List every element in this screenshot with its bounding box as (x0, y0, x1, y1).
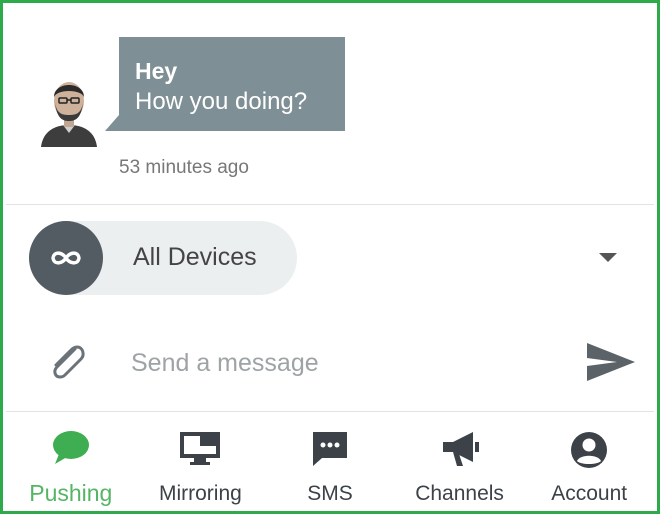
infinity-icon (29, 221, 103, 295)
avatar (37, 73, 101, 147)
send-icon[interactable] (585, 341, 637, 383)
monitor-icon (180, 432, 221, 465)
nav-label-channels: Channels (415, 482, 504, 505)
nav-label-account: Account (551, 482, 628, 505)
app-frame: Hey How you doing? 53 minutes ago All De… (0, 0, 660, 514)
message-body: How you doing? (135, 88, 308, 115)
divider (6, 204, 654, 205)
nav-label-pushing: Pushing (29, 480, 113, 506)
nav-item-pushing[interactable]: Pushing (6, 414, 136, 514)
device-selector[interactable]: All Devices (29, 221, 297, 295)
nav-label-mirroring: Mirroring (158, 482, 242, 505)
message-title: Hey (135, 58, 178, 84)
divider (6, 411, 654, 412)
message-bubble: Hey How you doing? (105, 37, 345, 131)
nav-item-mirroring[interactable]: Mirroring (136, 414, 266, 514)
sms-icon (312, 432, 347, 466)
megaphone-icon (442, 432, 479, 466)
bottom-nav: Pushing Mirroring SMS Channels Account (6, 414, 654, 514)
message-timestamp: 53 minutes ago (119, 157, 249, 178)
nav-item-account[interactable]: Account (524, 414, 654, 514)
device-selector-label: All Devices (133, 243, 257, 271)
chevron-down-icon[interactable] (599, 253, 617, 262)
message-input[interactable] (131, 343, 551, 383)
paperclip-icon[interactable] (45, 339, 87, 383)
chat-bubble-icon (52, 431, 89, 464)
nav-item-sms[interactable]: SMS (265, 414, 395, 514)
nav-item-channels[interactable]: Channels (395, 414, 525, 514)
account-icon (571, 432, 608, 468)
nav-label-sms: SMS (307, 482, 353, 505)
